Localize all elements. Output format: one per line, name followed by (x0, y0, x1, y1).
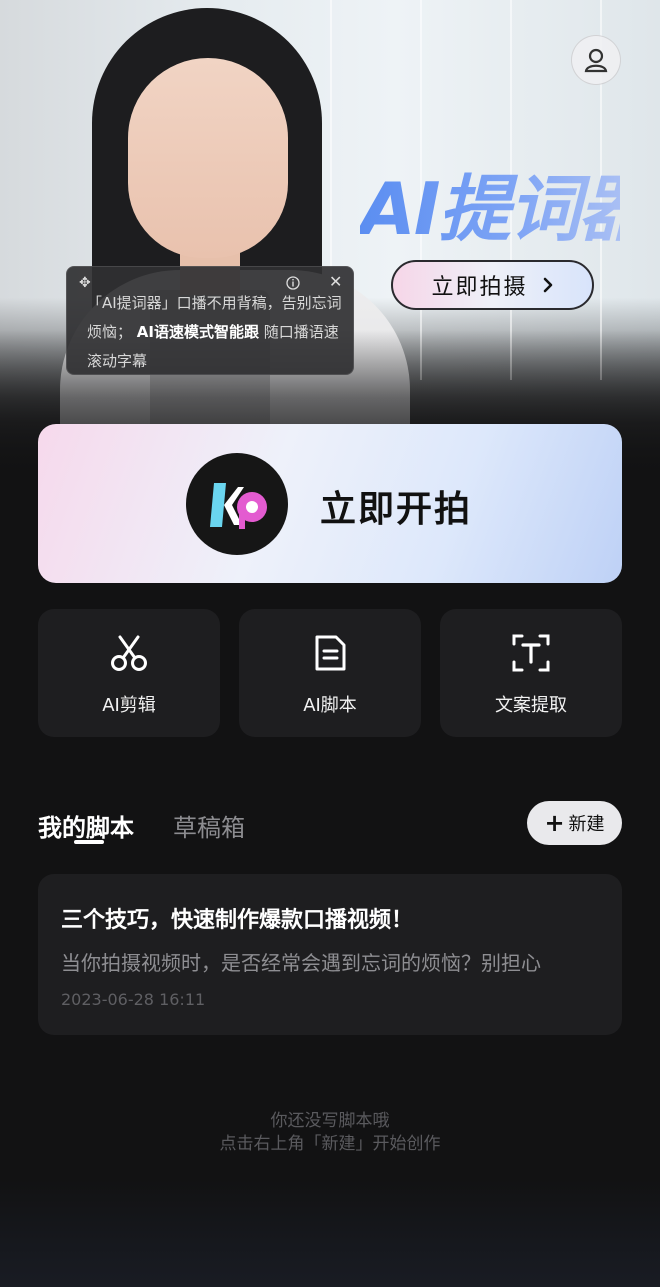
info-icon[interactable] (286, 276, 300, 290)
text-extract-icon (512, 634, 550, 672)
tool-label: 文案提取 (495, 695, 567, 716)
teleprompter-tip-card[interactable]: ✥ ✕ 「AI提词器」口播不用背稿，告别忘词烦恼； AI语速模式智能跟 随口播语… (66, 266, 354, 375)
app-logo-icon (186, 453, 288, 555)
plus-icon: + (544, 809, 565, 837)
new-script-button[interactable]: + 新建 (527, 801, 622, 845)
start-shooting-label: 立即开拍 (320, 489, 473, 530)
script-timestamp: 2023-06-28 16:11 (61, 990, 206, 1009)
bottom-glow (0, 1180, 660, 1287)
tab-drafts[interactable]: 草稿箱 (173, 808, 245, 843)
tip-text-highlight: AI语速模式智能跟 (136, 323, 259, 341)
tip-text: 「AI提词器」口播不用背稿，告别忘词烦恼； AI语速模式智能跟 随口播语速滚动字… (87, 289, 342, 374)
tool-label: AI脚本 (303, 695, 357, 716)
tab-active-indicator (74, 840, 104, 844)
user-icon (584, 48, 608, 73)
start-shooting-card[interactable]: 立即开拍 (38, 424, 622, 583)
tool-label: AI剪辑 (102, 695, 156, 716)
tab-my-scripts[interactable]: 我的脚本 (38, 808, 134, 843)
tool-text-extract[interactable]: 文案提取 (440, 609, 622, 737)
tool-ai-script[interactable]: AI脚本 (239, 609, 421, 737)
chevron-right-icon (543, 277, 552, 293)
tool-ai-edit[interactable]: AI剪辑 (38, 609, 220, 737)
teleprompter-title: AI提词器 (360, 150, 651, 255)
script-preview: 当你拍摄视频时，是否经常会遇到忘词的烦恼？别担心 (61, 951, 541, 975)
script-title: 三个技巧，快速制作爆款口播视频！ (61, 908, 414, 933)
scissors-icon (111, 635, 147, 671)
document-icon (315, 635, 346, 671)
shoot-now-label: 立即拍摄 (431, 275, 528, 300)
empty-state-title: 你还没写脚本哦 (270, 1111, 390, 1131)
profile-button[interactable] (571, 35, 621, 85)
presenter-face (128, 58, 288, 258)
shoot-now-button[interactable]: 立即拍摄 (391, 260, 594, 310)
script-list-item[interactable]: 三个技巧，快速制作爆款口播视频！ 当你拍摄视频时，是否经常会遇到忘词的烦恼？别担… (38, 874, 622, 1035)
new-script-label: 新建 (568, 814, 605, 835)
empty-state-hint: 点击右上角「新建」开始创作 (219, 1134, 441, 1154)
